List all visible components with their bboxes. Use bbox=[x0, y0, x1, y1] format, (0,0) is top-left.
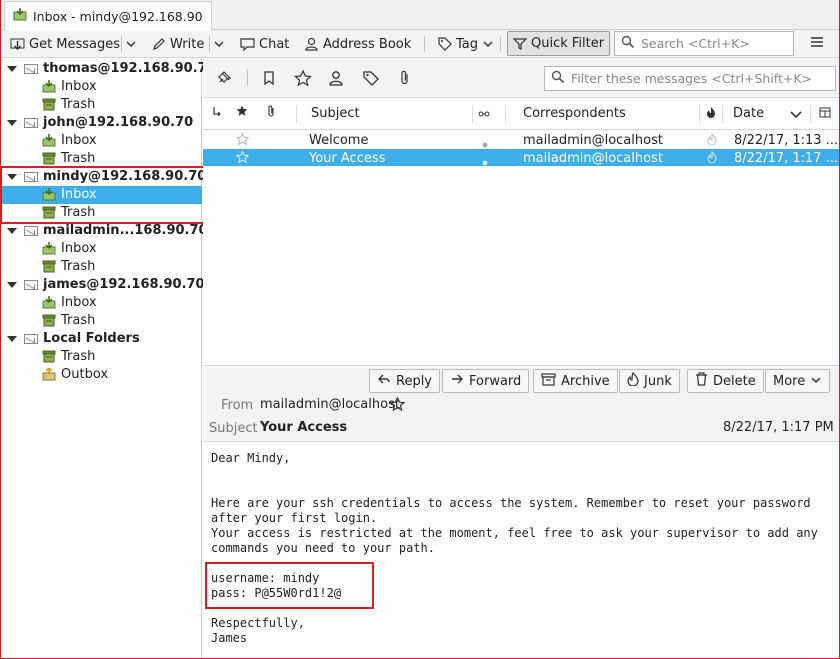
window-frame bbox=[0, 0, 840, 659]
